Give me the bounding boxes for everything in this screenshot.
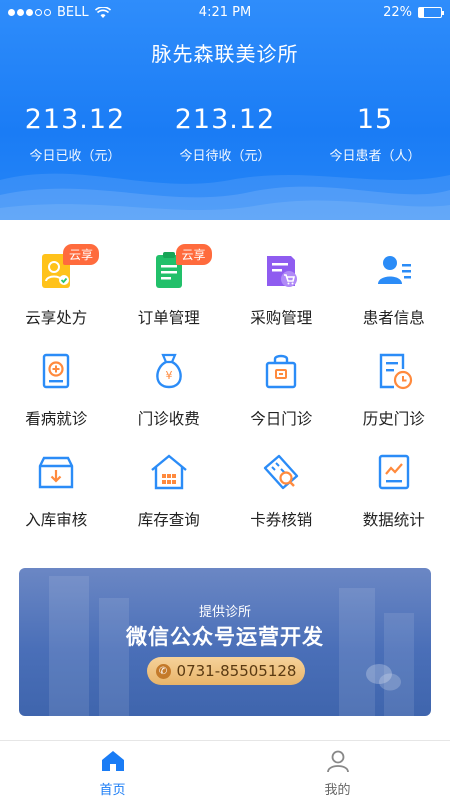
tile-label: 看病就诊 — [25, 410, 88, 428]
tile-label: 订单管理 — [137, 309, 200, 327]
stat-value: 15 — [356, 104, 394, 135]
stat-patients[interactable]: 15 今日患者（人） — [300, 104, 450, 164]
cloud-badge: 云享 — [175, 244, 212, 265]
tile-purchase-management[interactable]: 采购管理 — [225, 248, 338, 349]
tile-label: 历史门诊 — [362, 410, 425, 428]
cloud-badge: 云享 — [63, 244, 100, 265]
purchase-cart-icon — [267, 256, 298, 287]
tab-bar: 首页 我的 — [0, 740, 450, 800]
tab-mine[interactable]: 我的 — [225, 741, 450, 800]
wechat-icon — [366, 664, 401, 691]
stat-label: 今日待收（元） — [179, 149, 271, 164]
tile-label: 云享处方 — [25, 309, 88, 327]
money-bag-icon: ¥ — [155, 353, 182, 389]
medical-visit-icon — [43, 353, 70, 389]
tile-label: 卡券核销 — [250, 511, 313, 529]
tile-label: 入库审核 — [25, 511, 88, 529]
patient-info-icon — [377, 256, 411, 284]
tab-home[interactable]: 首页 — [0, 741, 225, 800]
today-clinic-bag-icon — [266, 354, 297, 389]
page-title: 脉先森联美诊所 — [151, 42, 299, 66]
tile-today-clinic[interactable]: 今日门诊 — [225, 349, 338, 450]
tile-label: 门诊收费 — [137, 410, 200, 428]
stats-row: 213.12 今日已收（元） 213.12 今日待收（元） 15 今日患者（人） — [0, 104, 450, 164]
tile-data-statistics[interactable]: 数据统计 — [338, 450, 450, 551]
stat-value: 213.12 — [24, 104, 126, 135]
banner-title: 微信公众号运营开发 — [126, 625, 324, 649]
tab-label: 我的 — [324, 783, 351, 798]
stat-label: 今日已收（元） — [29, 149, 121, 164]
chart-document-icon — [378, 454, 409, 490]
tab-label: 首页 — [99, 783, 126, 798]
status-bar: BELL 4:21 PM 22% — [0, 0, 450, 26]
home-icon — [101, 751, 124, 771]
stat-received[interactable]: 213.12 今日已收（元） — [0, 104, 150, 164]
phone-icon: ✆ — [155, 663, 171, 679]
promo-banner[interactable]: 提供诊所 微信公众号运营开发 ✆ 0731-85505128 — [19, 568, 431, 716]
coupon-search-icon — [264, 454, 299, 490]
tile-label: 库存查询 — [137, 511, 200, 529]
history-clock-icon — [379, 353, 412, 390]
feature-grid-panel: 云享 云享处方 云享 订单管理 采购管理 患者信息 看病就诊 ¥ 门诊收费 今日… — [0, 220, 450, 555]
tile-label: 患者信息 — [362, 309, 425, 327]
tile-label: 采购管理 — [250, 309, 313, 327]
stat-pending[interactable]: 213.12 今日待收（元） — [150, 104, 300, 164]
tile-order-management[interactable]: 云享 订单管理 — [113, 244, 226, 349]
header: BELL 4:21 PM 22% 脉先森联美诊所 213.12 今日已收（元） … — [0, 0, 450, 220]
tile-history-clinic[interactable]: 历史门诊 — [338, 349, 450, 450]
tile-clinic-payment[interactable]: ¥ 门诊收费 — [113, 349, 226, 450]
phone-button[interactable]: ✆ 0731-85505128 — [147, 657, 305, 685]
tile-medical-visit[interactable]: 看病就诊 — [0, 349, 113, 450]
phone-number: 0731-85505128 — [176, 662, 297, 680]
stat-value: 213.12 — [174, 104, 276, 135]
stat-label: 今日患者（人） — [329, 149, 421, 164]
tile-inbound-review[interactable]: 入库审核 — [0, 450, 113, 551]
warehouse-icon — [150, 454, 187, 490]
tile-patient-info[interactable]: 患者信息 — [338, 248, 450, 349]
inbox-arrow-icon — [39, 456, 74, 489]
banner-section: 提供诊所 微信公众号运营开发 ✆ 0731-85505128 — [0, 555, 450, 740]
svg-text:¥: ¥ — [165, 369, 172, 382]
user-icon — [326, 750, 349, 773]
tile-label: 今日门诊 — [250, 410, 313, 428]
tile-label: 数据统计 — [362, 511, 425, 529]
feature-grid: 云享 云享处方 云享 订单管理 采购管理 患者信息 看病就诊 ¥ 门诊收费 今日… — [0, 244, 450, 551]
tile-inventory-query[interactable]: 库存查询 — [113, 450, 226, 551]
tile-cloud-prescription[interactable]: 云享 云享处方 — [0, 244, 113, 349]
banner-subtitle: 提供诊所 — [198, 605, 251, 620]
battery-percent: 22% — [383, 5, 412, 20]
tile-coupon-redeem[interactable]: 卡券核销 — [225, 450, 338, 551]
battery-level — [419, 8, 424, 17]
battery-icon — [418, 7, 444, 18]
